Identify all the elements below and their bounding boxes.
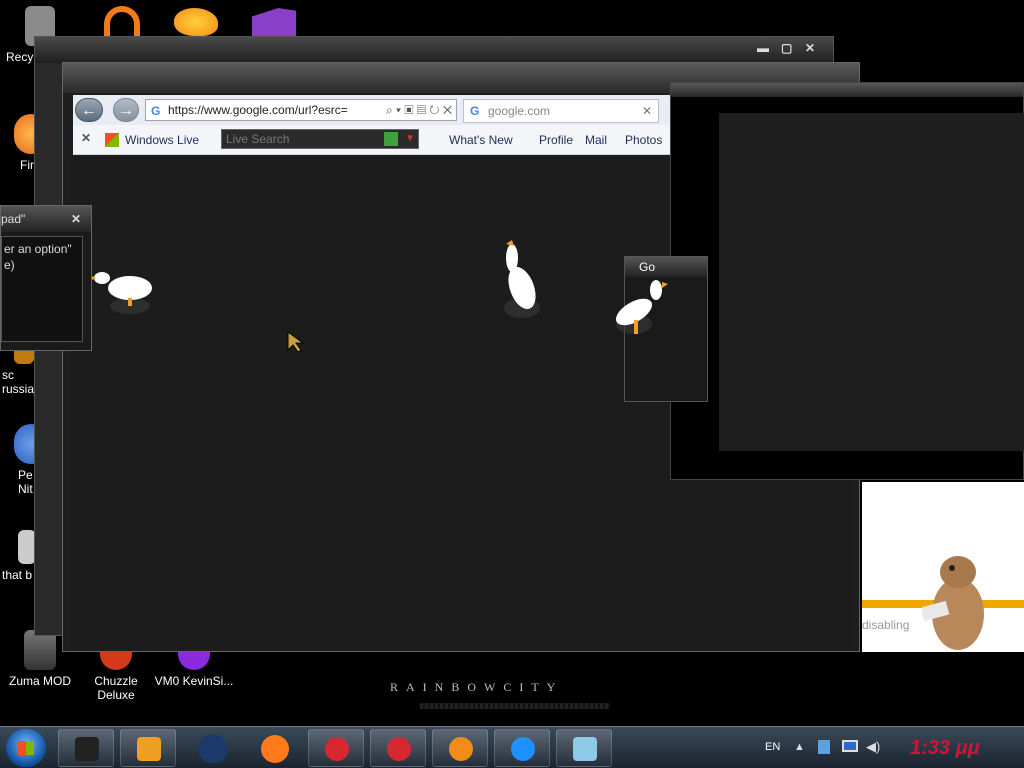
firefox-icon	[261, 735, 289, 763]
taskbar-app-goldfish[interactable]	[432, 729, 488, 767]
desktop: Recy Fir sc russia Pe Nit that b Zuma MO…	[0, 0, 1024, 768]
taskbar-app-terminal[interactable]	[58, 729, 114, 767]
goose-sprite-icon	[92, 272, 152, 314]
maximize-icon[interactable]: ▢	[781, 41, 792, 55]
mini-window-titlebar[interactable]: Go	[625, 257, 707, 277]
goldfish-icon	[449, 737, 473, 761]
goose-sprite-icon	[615, 280, 668, 334]
address-tools: ⌕ ▾ ▣ ▤ ↻ ✕	[386, 100, 452, 120]
taskbar-app-pinball[interactable]	[308, 729, 364, 767]
language-indicator[interactable]: EN	[765, 741, 780, 753]
visual-studio-icon[interactable]	[252, 8, 296, 36]
tab-title: google.com	[488, 104, 551, 118]
system-tray: EN ▲ ◀) 1:33 μμ	[760, 727, 1024, 768]
search-go-icon[interactable]	[384, 132, 398, 146]
taskbar-app-media-player[interactable]	[120, 729, 176, 767]
pinball-icon	[387, 737, 411, 761]
taskbar-app-pinball-2[interactable]	[370, 729, 426, 767]
wallpaper-subtext	[420, 703, 610, 709]
windows-live-icon	[105, 133, 119, 147]
windows-logo-icon	[18, 741, 34, 755]
volume-icon[interactable]: ◀)	[866, 739, 880, 755]
profile-link[interactable]: Profile	[539, 133, 573, 147]
mouse-cursor-icon	[287, 331, 305, 353]
mini-window-title: Go	[639, 260, 656, 274]
desktop-icon-chuzzle[interactable]: Chuzzle Deluxe	[76, 650, 156, 702]
close-tab-icon[interactable]: ✕	[642, 100, 652, 122]
desktop-icon-label: Zuma MOD	[8, 674, 71, 688]
taskbar-app-internet-explorer[interactable]	[494, 729, 550, 767]
right-window[interactable]	[670, 82, 1024, 480]
live-search-input[interactable]: Live Search ▼	[221, 129, 419, 149]
wallpaper-brand-text: RAINBOWCITY	[390, 680, 564, 694]
desktop-icon-label: Chuzzle Deluxe	[94, 674, 138, 702]
desktop-icon-label: VM0 KevinSi...	[154, 674, 234, 688]
search-placeholder: Live Search	[226, 132, 290, 146]
minimize-icon[interactable]: ▬	[757, 41, 769, 55]
media-player-icon	[137, 737, 161, 761]
address-url: https://www.google.com/url?esrc=	[168, 103, 348, 117]
clock[interactable]: 1:33 μμ	[910, 737, 980, 760]
mail-link[interactable]: Mail	[585, 133, 607, 147]
terminal-icon	[75, 737, 99, 761]
browser-toolbar: ← → G https://www.google.com/url?esrc= ⌕…	[73, 95, 723, 125]
lock-icon[interactable]: ▣	[404, 103, 413, 117]
globe-icon	[199, 735, 227, 763]
start-button[interactable]	[6, 729, 46, 767]
taskbar: EN ▲ ◀) 1:33 μμ	[0, 726, 1024, 768]
vm-icon	[178, 650, 210, 670]
goldfish-icon[interactable]	[174, 8, 218, 36]
back-button[interactable]: ←	[75, 98, 103, 122]
orange-ring-icon[interactable]	[104, 6, 140, 36]
windows-live-link[interactable]: Windows Live	[125, 133, 199, 147]
notepad-icon	[573, 737, 597, 761]
zuma-icon	[24, 630, 56, 670]
goose-sprite-icon	[504, 240, 540, 318]
compat-icon[interactable]: ▤	[417, 103, 426, 117]
taskbar-app-globe[interactable]	[184, 729, 240, 767]
favorites-bar: ✕ Windows Live Live Search ▼ What's New …	[73, 125, 723, 155]
dialog-title: pad"	[1, 212, 26, 226]
taskbar-app-notepad[interactable]	[556, 729, 612, 767]
close-icon[interactable]: ✕	[805, 41, 815, 55]
show-hidden-icons-icon[interactable]: ▲	[794, 741, 805, 753]
stop-icon[interactable]: ✕	[443, 103, 452, 117]
address-bar[interactable]: G https://www.google.com/url?esrc= ⌕ ▾ ▣…	[145, 99, 457, 121]
chuzzle-icon	[100, 650, 132, 670]
internet-explorer-icon	[511, 737, 535, 761]
forward-button[interactable]: →	[113, 98, 139, 122]
right-window-body	[719, 113, 1024, 451]
notepad-dialog[interactable]: pad" ✕ er an option" e)	[0, 205, 92, 351]
refresh-icon[interactable]: ↻	[429, 103, 439, 117]
google-icon: G	[151, 104, 161, 118]
dialog-body: er an option" e)	[1, 236, 83, 342]
search-dropdown-icon[interactable]: ▼	[405, 130, 415, 148]
search-icon[interactable]: ⌕	[386, 103, 393, 117]
taskbar-app-firefox[interactable]	[246, 729, 302, 767]
dialog-titlebar[interactable]: pad" ✕	[1, 206, 91, 232]
dialog-line-1: er an option"	[4, 242, 72, 256]
hamster-mascot-icon	[922, 556, 984, 650]
window-titlebar[interactable]: ▬ ▢ ✕	[35, 37, 833, 63]
google-icon: G	[470, 104, 480, 118]
dropdown-icon[interactable]: ▾	[396, 103, 401, 117]
desktop-icon-vm0[interactable]: VM0 KevinSi...	[154, 650, 234, 688]
loading-text: disabling	[862, 618, 910, 632]
whats-new-link[interactable]: What's New	[449, 133, 513, 147]
right-window-titlebar[interactable]	[671, 83, 1023, 97]
dialog-line-2: e)	[4, 258, 15, 272]
close-toolbar-icon[interactable]: ✕	[81, 131, 91, 145]
tab-google[interactable]: G google.com ✕	[463, 99, 659, 123]
monitor-icon[interactable]	[842, 740, 858, 752]
network-icon[interactable]	[818, 740, 830, 754]
pinball-icon	[325, 737, 349, 761]
close-icon[interactable]: ✕	[71, 206, 81, 232]
loading-panel: disabling	[862, 482, 1024, 652]
photos-link[interactable]: Photos	[625, 133, 662, 147]
